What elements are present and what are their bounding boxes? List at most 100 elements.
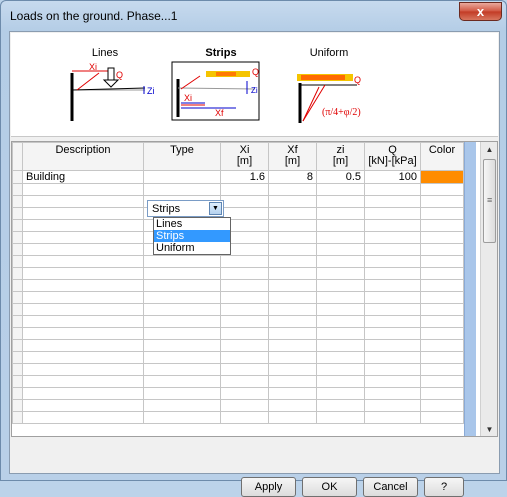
dropdown-option-strips[interactable]: Strips xyxy=(154,230,230,242)
table-cell[interactable] xyxy=(316,303,365,316)
table-cell[interactable] xyxy=(364,219,421,232)
table-cell[interactable] xyxy=(364,351,421,364)
cell-type[interactable] xyxy=(143,170,221,184)
table-row[interactable] xyxy=(12,231,464,244)
table-cell[interactable] xyxy=(220,195,269,208)
table-cell[interactable] xyxy=(268,279,317,292)
table-cell[interactable] xyxy=(143,363,221,376)
table-cell[interactable] xyxy=(220,279,269,292)
table-cell[interactable] xyxy=(316,267,365,280)
table-cell[interactable] xyxy=(143,291,221,304)
table-cell[interactable] xyxy=(22,303,144,316)
table-cell[interactable] xyxy=(268,219,317,232)
table-cell[interactable] xyxy=(420,411,464,424)
table-cell[interactable] xyxy=(316,255,365,268)
table-cell[interactable] xyxy=(22,387,144,400)
diagram-uniform[interactable]: Uniform Q (π/4+φ/2) xyxy=(279,33,379,137)
table-cell[interactable] xyxy=(420,195,464,208)
table-cell[interactable] xyxy=(143,315,221,328)
table-row[interactable] xyxy=(12,387,464,400)
table-cell[interactable] xyxy=(22,375,144,388)
row-indicator[interactable] xyxy=(12,243,23,256)
table-cell[interactable] xyxy=(364,399,421,412)
table-cell[interactable] xyxy=(22,279,144,292)
row-indicator[interactable] xyxy=(12,375,23,388)
table-cell[interactable] xyxy=(316,339,365,352)
table-cell[interactable] xyxy=(316,363,365,376)
table-cell[interactable] xyxy=(268,243,317,256)
table-cell[interactable] xyxy=(143,279,221,292)
table-cell[interactable] xyxy=(22,399,144,412)
column-header-xf[interactable]: Xf [m] xyxy=(268,142,317,171)
table-cell[interactable] xyxy=(143,411,221,424)
table-row[interactable] xyxy=(12,255,464,268)
table-cell[interactable] xyxy=(22,207,144,220)
table-cell[interactable] xyxy=(420,327,464,340)
chevron-down-icon[interactable]: ▼ xyxy=(209,202,222,215)
row-indicator[interactable] xyxy=(12,219,23,232)
table-cell[interactable] xyxy=(316,219,365,232)
table-cell[interactable] xyxy=(268,207,317,220)
table-row[interactable] xyxy=(12,207,464,220)
table-cell[interactable] xyxy=(364,255,421,268)
table-row[interactable] xyxy=(12,303,464,316)
table-cell[interactable] xyxy=(220,339,269,352)
row-indicator[interactable] xyxy=(12,207,23,220)
table-cell[interactable] xyxy=(268,339,317,352)
row-indicator[interactable] xyxy=(12,231,23,244)
row-indicator[interactable] xyxy=(12,315,23,328)
table-cell[interactable] xyxy=(143,339,221,352)
type-dropdown-list[interactable]: Lines Strips Uniform xyxy=(153,217,231,255)
column-header-q[interactable]: Q [kN]-[kPa] xyxy=(364,142,421,171)
table-cell[interactable] xyxy=(268,411,317,424)
type-combobox[interactable]: Strips ▼ xyxy=(147,200,224,217)
vertical-scrollbar[interactable]: ▲ ≡ ▼ xyxy=(480,142,497,436)
table-cell[interactable] xyxy=(22,195,144,208)
table-cell[interactable] xyxy=(420,207,464,220)
table-cell[interactable] xyxy=(420,315,464,328)
table-row[interactable] xyxy=(12,375,464,388)
table-cell[interactable] xyxy=(420,267,464,280)
table-cell[interactable] xyxy=(364,183,421,196)
dropdown-option-uniform[interactable]: Uniform xyxy=(154,242,230,254)
table-row[interactable] xyxy=(12,195,464,208)
table-cell[interactable] xyxy=(143,375,221,388)
row-indicator[interactable] xyxy=(12,183,23,196)
column-header-xi[interactable]: Xi [m] xyxy=(220,142,269,171)
table-cell[interactable] xyxy=(420,279,464,292)
table-cell[interactable] xyxy=(316,315,365,328)
table-row[interactable] xyxy=(12,351,464,364)
table-cell[interactable] xyxy=(268,375,317,388)
table-cell[interactable] xyxy=(220,387,269,400)
table-cell[interactable] xyxy=(268,303,317,316)
table-cell[interactable] xyxy=(364,279,421,292)
table-row[interactable] xyxy=(12,219,464,232)
table-cell[interactable] xyxy=(143,303,221,316)
table-cell[interactable] xyxy=(420,183,464,196)
table-cell[interactable] xyxy=(420,255,464,268)
table-cell[interactable] xyxy=(316,243,365,256)
table-cell[interactable] xyxy=(364,327,421,340)
loads-grid[interactable]: Description Type Xi [m] Xf [m] zi [m] Q [kN]… xyxy=(11,141,498,437)
apply-button[interactable]: Apply xyxy=(241,477,296,497)
table-cell[interactable] xyxy=(268,315,317,328)
row-indicator[interactable] xyxy=(12,411,23,424)
table-cell[interactable] xyxy=(22,315,144,328)
table-cell[interactable] xyxy=(420,291,464,304)
table-cell[interactable] xyxy=(420,387,464,400)
table-cell[interactable] xyxy=(22,411,144,424)
table-cell[interactable] xyxy=(364,243,421,256)
table-row[interactable] xyxy=(12,267,464,280)
table-cell[interactable] xyxy=(420,339,464,352)
table-cell[interactable] xyxy=(220,303,269,316)
column-header-zi[interactable]: zi [m] xyxy=(316,142,365,171)
table-cell[interactable] xyxy=(143,351,221,364)
table-cell[interactable] xyxy=(143,255,221,268)
dropdown-option-lines[interactable]: Lines xyxy=(154,218,230,230)
row-indicator[interactable] xyxy=(12,291,23,304)
table-cell[interactable] xyxy=(420,231,464,244)
table-row[interactable]: Building 1.6 8 0.5 100 xyxy=(12,170,464,184)
table-cell[interactable] xyxy=(220,255,269,268)
scroll-up-arrow-icon[interactable]: ▲ xyxy=(481,142,497,158)
table-cell[interactable] xyxy=(316,291,365,304)
